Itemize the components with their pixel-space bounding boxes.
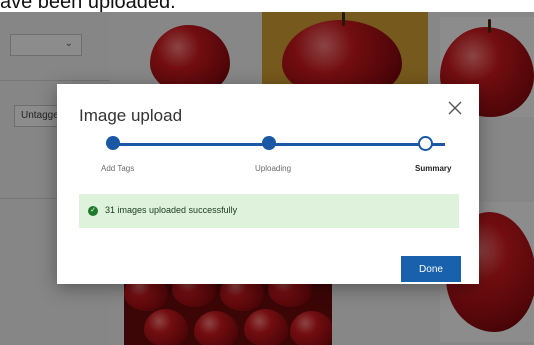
success-message: 31 images uploaded successfully [105, 205, 238, 215]
upload-progress-steps: Add Tags Uploading Summary [81, 136, 461, 176]
done-button[interactable]: Done [401, 256, 461, 282]
step-marker-summary [418, 136, 433, 151]
progress-track [113, 143, 445, 146]
close-icon [448, 101, 462, 115]
success-banner: ✓ 31 images uploaded successfully [79, 194, 459, 228]
step-label-summary: Summary [415, 164, 452, 173]
step-label-add-tags: Add Tags [101, 164, 135, 173]
step-label-uploading: Uploading [255, 164, 292, 173]
image-upload-dialog: Image upload Add Tags Uploading Summary … [57, 84, 479, 284]
check-circle-icon: ✓ [88, 206, 98, 216]
dialog-title: Image upload [79, 106, 183, 125]
app-window: ⌄ Untagge Image upload Add Tags Uploadin… [0, 12, 534, 345]
close-button[interactable] [445, 98, 465, 118]
step-marker-uploading [262, 136, 276, 150]
step-marker-add-tags [106, 136, 120, 150]
